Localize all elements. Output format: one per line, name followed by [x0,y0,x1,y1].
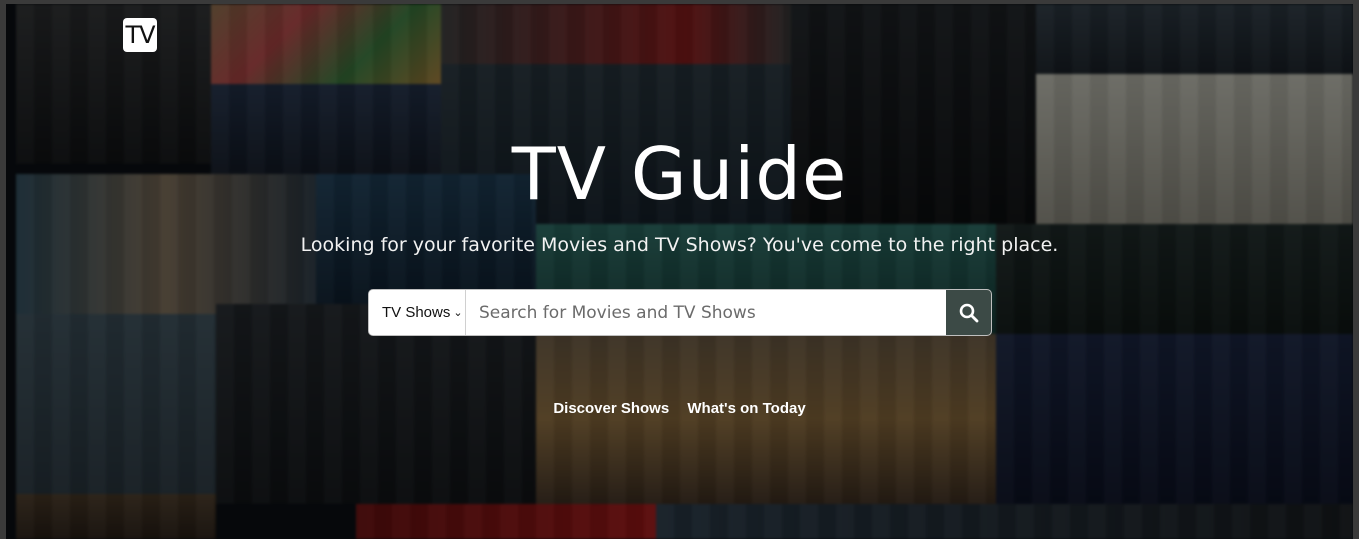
nav-links: Discover Shows What's on Today [6,400,1353,417]
hero-section: TV TV Guide Looking for your favorite Mo… [6,4,1353,539]
media-type-select[interactable]: TV Shows ⌄ [369,290,466,335]
search-input[interactable] [466,290,946,335]
tv-logo[interactable]: TV [123,18,157,52]
search-bar: TV Shows ⌄ [368,289,992,336]
dark-overlay [6,4,1353,539]
whats-on-today-link[interactable]: What's on Today [687,400,805,417]
media-type-selected-label: TV Shows [382,304,451,321]
browser-frame: TV TV Guide Looking for your favorite Mo… [0,0,1359,539]
search-icon [959,303,978,322]
chevron-down-icon: ⌄ [453,307,463,319]
discover-shows-link[interactable]: Discover Shows [553,400,669,417]
page-subtitle: Looking for your favorite Movies and TV … [300,234,1059,256]
page-title: TV Guide [511,132,848,216]
search-button[interactable] [946,290,991,335]
